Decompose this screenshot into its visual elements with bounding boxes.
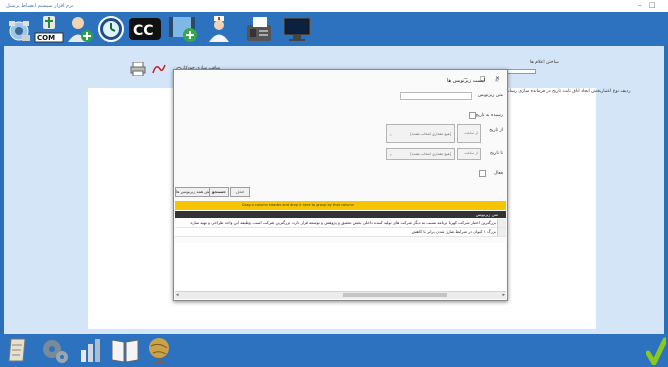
row-selector[interactable] bbox=[497, 228, 506, 236]
globe-icon[interactable] bbox=[146, 336, 172, 364]
clear-button[interactable]: حذف bbox=[230, 187, 250, 197]
scrollbar-thumb[interactable] bbox=[343, 293, 447, 297]
expired-checkbox[interactable] bbox=[469, 112, 476, 119]
subtitle-text-label: متن زیرنویس bbox=[477, 93, 503, 98]
sign-icon[interactable] bbox=[152, 63, 166, 75]
to-date-label: تا تاریخ bbox=[489, 151, 503, 156]
from-date-combo[interactable]: ⌄ [هیچ مقداری انتخاب نشده] bbox=[386, 124, 455, 143]
dialog-title: لیست زیرنویس ها bbox=[446, 78, 485, 84]
subtitle-text-input[interactable] bbox=[400, 92, 472, 100]
table-row[interactable]: بزرگترین اختبار شرکت کهربا برنامه نسبت ب… bbox=[175, 219, 506, 228]
fax-icon[interactable] bbox=[244, 15, 274, 43]
grid-header: متن زیرنویس bbox=[175, 211, 506, 218]
active-checkbox[interactable] bbox=[479, 170, 486, 177]
grid-column-subtitle-text[interactable]: متن زیرنویس bbox=[476, 212, 498, 217]
from-date-label: از تاریخ bbox=[489, 128, 503, 133]
show-all-button[interactable]: نمایش همه زیرنویس ها bbox=[175, 187, 215, 197]
svg-text:COM: COM bbox=[37, 34, 55, 42]
active-label: فعال bbox=[494, 171, 503, 176]
scroll-right-icon[interactable]: ▸ bbox=[502, 292, 505, 299]
group-by-bar[interactable]: Drag a column header and drop it here to… bbox=[175, 201, 506, 210]
row-selector[interactable] bbox=[497, 219, 506, 227]
to-date-combo[interactable]: ⌄ [هیچ مقداری انتخاب نشده] bbox=[386, 148, 455, 160]
com-port-icon[interactable]: COM bbox=[34, 15, 64, 43]
grid-empty-area bbox=[175, 243, 506, 291]
monitor-icon[interactable] bbox=[282, 15, 312, 43]
network-icon[interactable] bbox=[6, 15, 32, 43]
settings-icon[interactable] bbox=[40, 336, 70, 364]
to-hour-spinner[interactable]: از ساعت bbox=[457, 148, 481, 160]
main-toolbar: COM CC bbox=[0, 12, 668, 46]
clock-icon[interactable] bbox=[97, 15, 125, 43]
document-icon[interactable] bbox=[8, 336, 28, 364]
add-video-icon[interactable] bbox=[168, 15, 200, 43]
print-icon[interactable] bbox=[130, 61, 146, 77]
checkmark-icon[interactable] bbox=[645, 337, 668, 367]
info-text: ردیف نوع اعتباربخش ایجاد اتاق ثابت تاریخ… bbox=[506, 89, 631, 94]
chart-icon[interactable] bbox=[78, 336, 106, 364]
closed-caption-icon[interactable]: CC bbox=[128, 15, 162, 43]
minimize-button[interactable]: – bbox=[638, 1, 642, 9]
svg-text:CC: CC bbox=[133, 23, 154, 39]
book-icon[interactable] bbox=[110, 336, 140, 364]
bottom-toolbar bbox=[0, 334, 668, 367]
maximize-button[interactable]: □ bbox=[649, 1, 656, 9]
window-title: نرم افزار سیستم انضباط پرسنل bbox=[6, 3, 74, 9]
dialog-app-icon: ≈ bbox=[494, 78, 499, 84]
subtitle-list-dialog: – □ ✕ لیست زیرنویس ها ≈ متن زیرنویس رسید… bbox=[173, 69, 508, 301]
table-row[interactable]: بزرگ ۱ کیوان در شرایط شارژ شدن برابر با … bbox=[175, 228, 506, 237]
table-cell: بزرگ ۱ کیوان در شرایط شارژ شدن برابر با … bbox=[411, 229, 496, 234]
horizontal-scrollbar[interactable]: ◂ ▸ bbox=[175, 291, 506, 299]
table-cell: بزرگترین اختبار شرکت کهربا برنامه نسبت ب… bbox=[190, 220, 496, 225]
filter-label: ساختن اعلام ها bbox=[530, 60, 559, 65]
scroll-left-icon[interactable]: ◂ bbox=[176, 292, 179, 299]
from-hour-spinner[interactable]: از ساعت bbox=[457, 124, 481, 143]
nurse-icon[interactable] bbox=[206, 15, 232, 43]
add-user-icon[interactable] bbox=[66, 15, 94, 43]
expired-label: رسیده به تاریخ bbox=[475, 113, 503, 118]
search-button[interactable]: جستجو bbox=[209, 187, 229, 197]
